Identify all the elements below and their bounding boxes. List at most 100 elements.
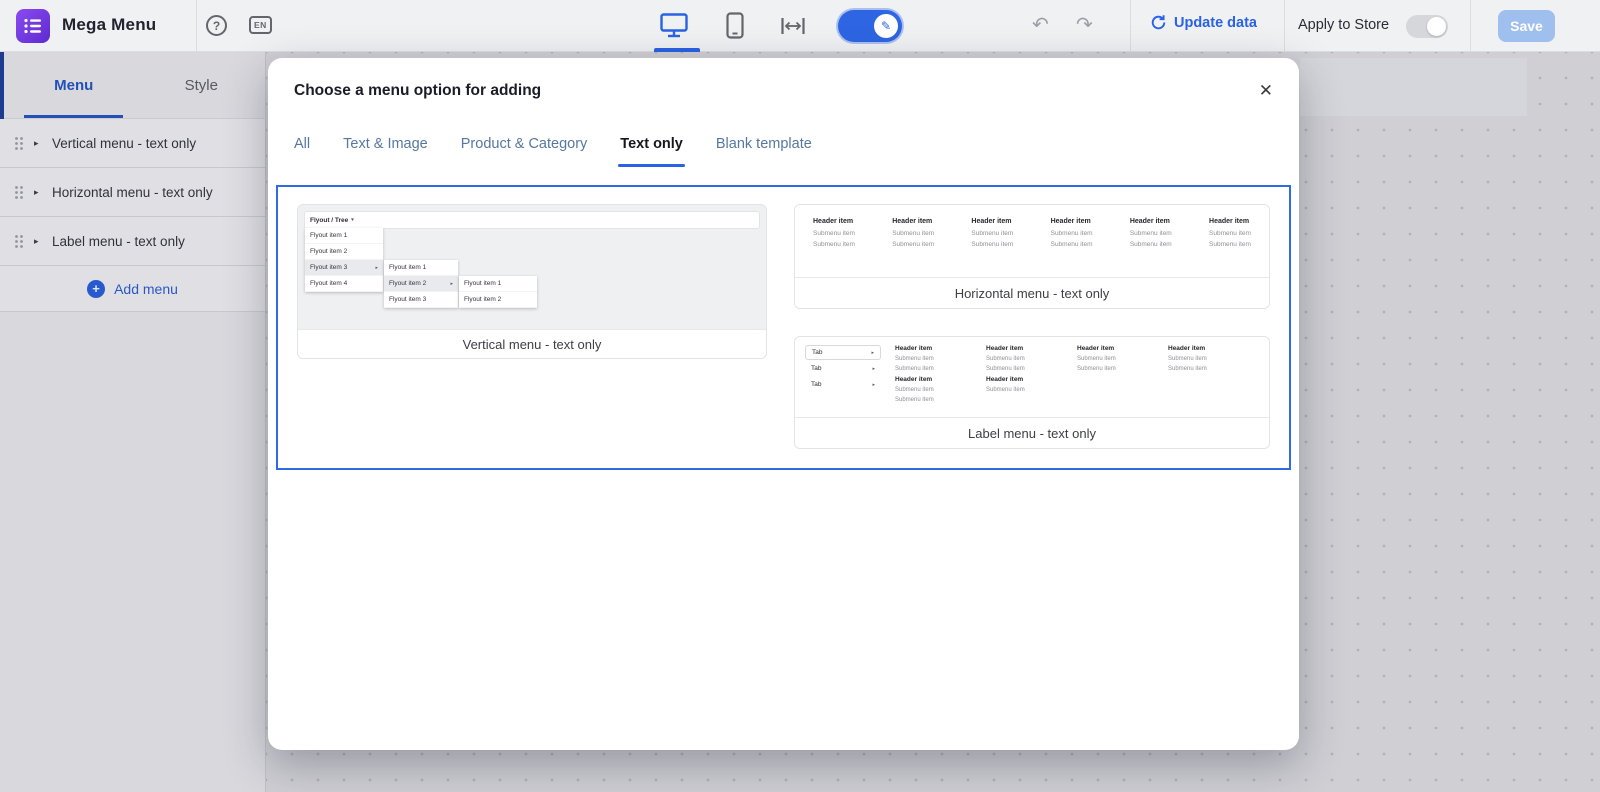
undo-button[interactable]: ↶	[1032, 12, 1049, 37]
flyout-row: Flyout item 3	[384, 292, 458, 308]
flyout-panel-level1: Flyout item 1 Flyout item 2 Flyout item …	[305, 228, 383, 292]
save-button[interactable]: Save	[1498, 10, 1555, 42]
preview-tab-label: Tab	[811, 381, 821, 388]
help-button[interactable]: ?	[206, 15, 227, 36]
preview-submenu-item: Submenu item	[895, 366, 986, 372]
template-card-horizontal-menu[interactable]: Header item Submenu item Submenu item He…	[794, 204, 1270, 309]
caret-down-icon: ▾	[351, 217, 354, 223]
preview-tab-list: Tab ▸ Tab ▸ Tab ▸	[805, 345, 881, 417]
template-card-caption: Vertical menu - text only	[298, 329, 766, 358]
preview-header-item: Header item	[986, 376, 1077, 383]
flyout-item-label: Flyout item 2	[389, 280, 426, 287]
preview-header-item: Header item	[986, 345, 1077, 352]
right-card-column: Header item Submenu item Submenu item He…	[794, 204, 1270, 449]
flyout-panel-level3: Flyout item 1 Flyout item 2	[459, 276, 537, 308]
responsive-width-icon	[780, 16, 806, 36]
flyout-row: Flyout item 1	[459, 276, 537, 292]
template-card-vertical-menu[interactable]: Flyout / Tree ▾ Flyout item 1 Flyout ite…	[297, 204, 767, 359]
flyout-item-label: Flyout item 1	[310, 232, 347, 239]
preview-submenu-item: Submenu item	[971, 230, 1013, 237]
header-divider	[196, 0, 197, 51]
apply-to-store-label: Apply to Store	[1298, 17, 1389, 33]
header-divider	[1284, 0, 1285, 51]
pencil-icon: ✎	[874, 14, 898, 38]
vertical-menu-preview: Flyout / Tree ▾ Flyout item 1 Flyout ite…	[298, 205, 766, 329]
preview-submenu-item: Submenu item	[1130, 241, 1172, 248]
redo-icon: ↷	[1076, 14, 1093, 36]
preview-column: Header item Submenu item Submenu item	[1077, 345, 1168, 417]
preview-submenu-item: Submenu item	[895, 397, 986, 403]
template-card-caption: Horizontal menu - text only	[795, 277, 1269, 309]
modal-tab-text-only[interactable]: Text only	[620, 136, 683, 167]
preview-tab: Tab ▸	[805, 345, 881, 360]
flyout-panel-level2: Flyout item 1 Flyout item 2 ▸ Flyout ite…	[384, 260, 458, 308]
flyout-item-label: Flyout item 2	[464, 296, 501, 303]
app-title: Mega Menu	[62, 15, 156, 35]
modal-tab-product-category[interactable]: Product & Category	[461, 136, 588, 167]
language-icon: EN	[249, 16, 272, 34]
responsive-width-button[interactable]	[780, 16, 806, 36]
preview-submenu-item: Submenu item	[1051, 241, 1093, 248]
header-divider	[1130, 0, 1131, 51]
flyout-item-label: Flyout item 2	[310, 248, 347, 255]
label-menu-preview: Tab ▸ Tab ▸ Tab ▸	[795, 337, 1269, 417]
preview-submenu-item: Submenu item	[986, 366, 1077, 372]
preview-header-item: Header item	[895, 345, 986, 352]
close-icon: ✕	[1259, 81, 1273, 100]
caret-right-icon: ▸	[872, 366, 875, 372]
preview-header-item: Header item	[1130, 218, 1172, 225]
preview-submenu-item: Submenu item	[986, 387, 1077, 393]
preview-submenu-item: Submenu item	[971, 241, 1013, 248]
flyout-item-label: Flyout item 1	[464, 280, 501, 287]
preview-submenu-item: Submenu item	[986, 356, 1077, 362]
redo-button[interactable]: ↷	[1076, 12, 1093, 37]
preview-tab: Tab ▸	[805, 361, 881, 376]
flyout-item-label: Flyout item 3	[310, 264, 347, 271]
preview-tab: Tab ▸	[805, 377, 881, 392]
preview-header-item: Header item	[1051, 218, 1093, 225]
app-header: Mega Menu ? EN	[0, 0, 1600, 52]
close-button[interactable]: ✕	[1259, 82, 1273, 99]
caret-right-icon: ▸	[872, 382, 875, 388]
desktop-icon	[660, 13, 688, 38]
preview-column: Header item Submenu item Submenu item	[1130, 218, 1172, 277]
undo-icon: ↶	[1032, 14, 1049, 36]
edit-mode-toggle[interactable]: ✎	[838, 10, 902, 42]
modal-title: Choose a menu option for adding	[294, 82, 541, 100]
add-menu-modal: Choose a menu option for adding ✕ All Te…	[268, 58, 1299, 750]
preview-column: Header item Submenu item Submenu item	[892, 218, 934, 277]
preview-header-item: Header item	[1077, 345, 1168, 352]
menu-logo-icon	[23, 17, 43, 35]
preview-submenu-item: Submenu item	[1051, 230, 1093, 237]
modal-tab-all[interactable]: All	[294, 136, 310, 167]
mobile-view-button[interactable]	[726, 12, 744, 39]
caret-right-icon: ▸	[450, 281, 453, 287]
modal-tab-text-image[interactable]: Text & Image	[343, 136, 428, 167]
preview-submenu-item: Submenu item	[1168, 366, 1259, 372]
update-data-label: Update data	[1174, 15, 1257, 31]
flyout-row: Flyout item 2	[305, 244, 383, 260]
preview-tab-label: Tab	[812, 349, 822, 356]
template-selection-group: Flyout / Tree ▾ Flyout item 1 Flyout ite…	[276, 185, 1291, 470]
preview-header-item: Header item	[1168, 345, 1259, 352]
preview-submenu-item: Submenu item	[1077, 366, 1168, 372]
modal-tab-blank-template[interactable]: Blank template	[716, 136, 812, 167]
preview-tab-label: Tab	[811, 365, 821, 372]
preview-column: Header item Submenu item Submenu item	[1209, 218, 1251, 277]
caret-right-icon: ▸	[871, 350, 874, 356]
desktop-view-button[interactable]	[660, 13, 688, 38]
apply-to-store-toggle[interactable]	[1406, 15, 1448, 38]
preview-submenu-item: Submenu item	[895, 356, 986, 362]
modal-header: Choose a menu option for adding ✕	[268, 58, 1299, 100]
update-data-button[interactable]: Update data	[1150, 14, 1257, 31]
preview-submenu-item: Submenu item	[1209, 230, 1251, 237]
preview-column: Header item Submenu item Submenu item He…	[895, 345, 986, 417]
help-icon: ?	[206, 15, 227, 36]
preview-submenu-item: Submenu item	[1077, 356, 1168, 362]
language-button[interactable]: EN	[249, 16, 272, 34]
preview-submenu-item: Submenu item	[813, 230, 855, 237]
refresh-icon	[1150, 14, 1167, 31]
template-card-label-menu[interactable]: Tab ▸ Tab ▸ Tab ▸	[794, 336, 1270, 449]
preview-header-item: Header item	[813, 218, 855, 225]
preview-header-item: Header item	[892, 218, 934, 225]
